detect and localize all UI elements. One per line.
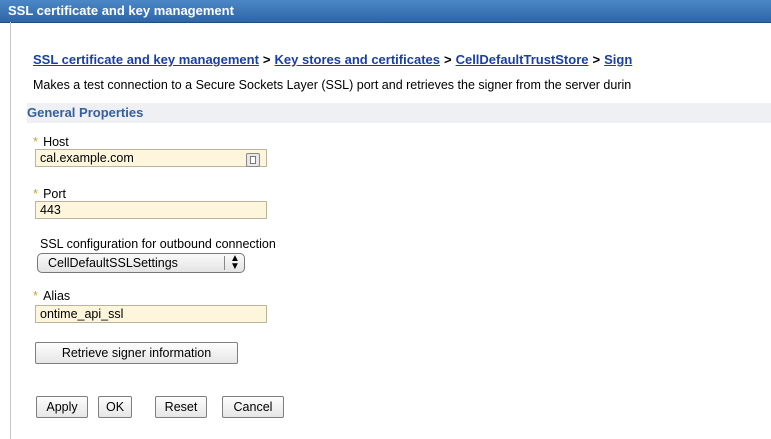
left-divider — [10, 22, 11, 439]
host-label: Host — [43, 135, 69, 149]
ssl-config-label: SSL configuration for outbound connectio… — [40, 237, 276, 251]
window-titlebar: SSL certificate and key management — [0, 0, 771, 23]
port-input[interactable] — [35, 201, 267, 219]
general-properties-header: General Properties — [27, 103, 771, 123]
alias-label-row: * Alias — [33, 288, 70, 303]
host-label-row: * Host — [33, 134, 69, 149]
breadcrumb-link-key-stores[interactable]: Key stores and certificates — [275, 52, 440, 67]
section-title: General Properties — [27, 105, 144, 120]
reset-button[interactable]: Reset — [155, 396, 207, 418]
breadcrumb-link-signer[interactable]: Sign — [604, 52, 632, 67]
address-book-icon[interactable] — [246, 153, 260, 167]
ssl-config-selected: CellDefaultSSLSettings — [48, 256, 178, 270]
select-divider — [224, 256, 225, 270]
port-label: Port — [43, 187, 66, 201]
required-star: * — [33, 134, 39, 149]
retrieve-signer-button[interactable]: Retrieve signer information — [35, 342, 238, 364]
breadcrumb-separator: > — [443, 52, 452, 67]
alias-label: Alias — [43, 289, 71, 303]
up-down-arrow-icon: ▲ ▼ — [230, 253, 240, 272]
ssl-config-select[interactable]: CellDefaultSSLSettings ▲ ▼ — [37, 253, 245, 273]
breadcrumb-link-ssl-management[interactable]: SSL certificate and key management — [33, 52, 259, 67]
breadcrumb-separator: > — [592, 52, 601, 67]
page-description: Makes a test connection to a Secure Sock… — [33, 78, 632, 92]
cancel-button[interactable]: Cancel — [222, 396, 284, 418]
breadcrumb-link-trust-store[interactable]: CellDefaultTrustStore — [456, 52, 589, 67]
required-star: * — [33, 288, 39, 303]
host-input[interactable] — [35, 149, 267, 167]
window-title: SSL certificate and key management — [8, 3, 234, 18]
port-label-row: * Port — [33, 186, 66, 201]
alias-input[interactable] — [35, 305, 267, 323]
breadcrumb: SSL certificate and key management > Key s… — [33, 52, 632, 67]
ok-button[interactable]: OK — [98, 396, 132, 418]
apply-button[interactable]: Apply — [36, 396, 88, 418]
breadcrumb-separator: > — [262, 52, 271, 67]
required-star: * — [33, 186, 39, 201]
